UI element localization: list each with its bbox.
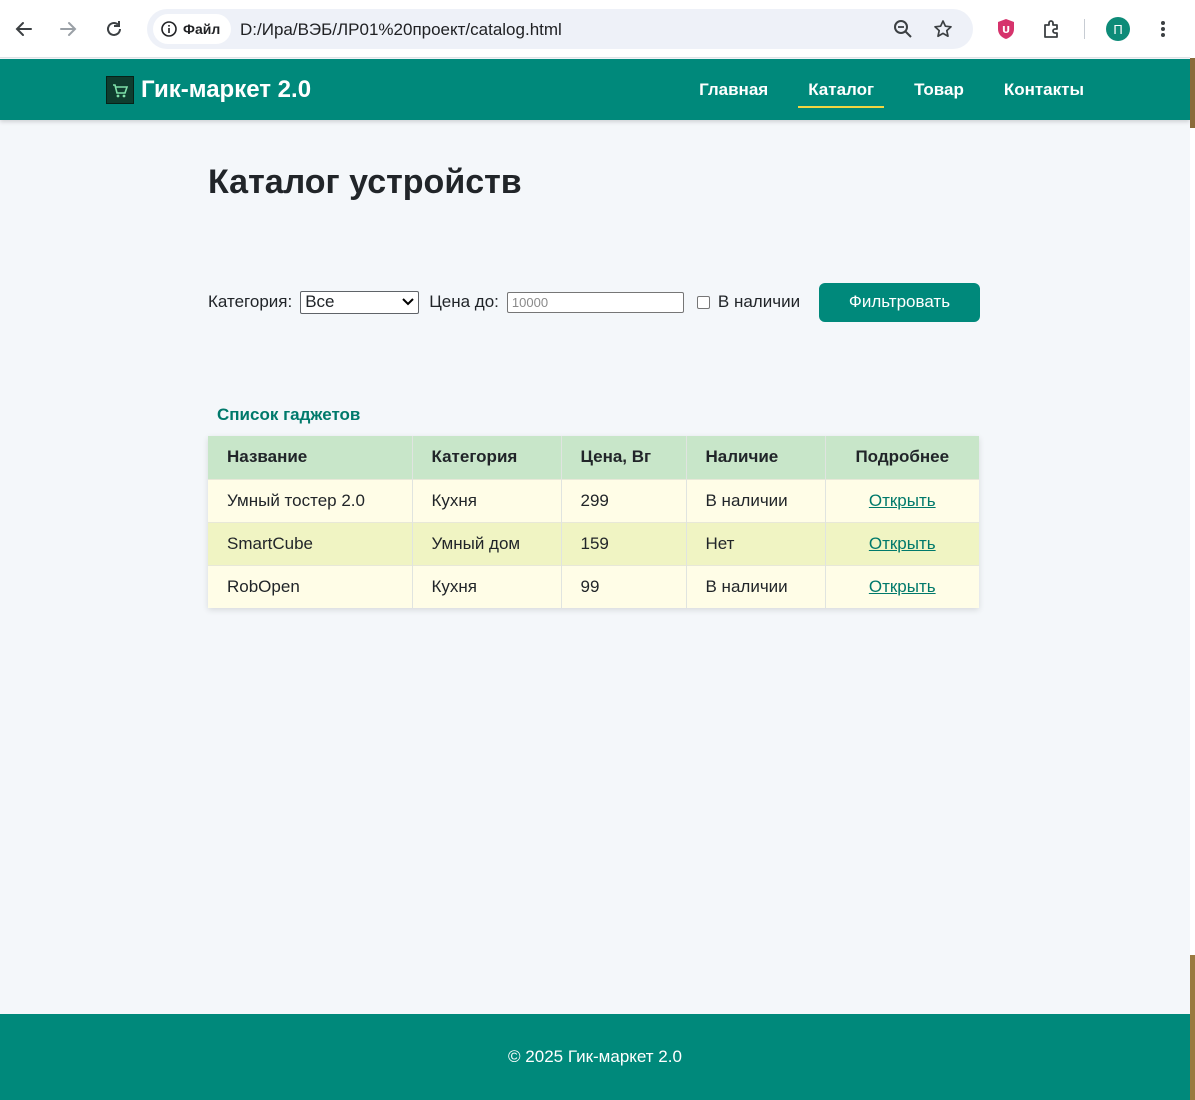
desktop-edge-wallpaper	[1190, 58, 1195, 128]
site-info-chip[interactable]: Файл	[153, 14, 232, 44]
profile-avatar[interactable]: П	[1106, 17, 1130, 41]
cell-name: Умный тостер 2.0	[208, 478, 413, 522]
cell-category: Кухня	[412, 564, 562, 608]
brand-name[interactable]: Гик-маркет 2.0	[141, 76, 311, 104]
open-link[interactable]: Открыть	[869, 491, 936, 510]
cell-details: Открыть	[825, 564, 979, 608]
nav-link-contacts[interactable]: Контакты	[994, 76, 1094, 104]
in-stock-checkbox[interactable]	[696, 295, 710, 309]
category-select[interactable]: Все	[300, 290, 420, 314]
cell-name: SmartCube	[208, 521, 413, 565]
svg-text:U: U	[1002, 25, 1010, 36]
extensions-puzzle-icon[interactable]	[1036, 13, 1068, 45]
col-header-details: Подробнее	[825, 436, 979, 479]
in-stock-label: В наличии	[717, 292, 801, 311]
category-select-value: Все	[305, 292, 335, 311]
col-header-availability: Наличие	[686, 436, 826, 479]
info-icon	[161, 21, 177, 37]
cell-availability: В наличии	[686, 564, 826, 608]
cell-name: RobOpen	[208, 564, 413, 608]
open-link[interactable]: Открыть	[869, 577, 936, 596]
page-title: Каталог устройств	[208, 163, 522, 201]
cell-availability: В наличии	[686, 478, 826, 522]
desktop-edge	[1190, 0, 1195, 1100]
cell-price: 299	[561, 478, 687, 522]
site-header: Гик-маркет 2.0 Главная Каталог Товар Кон…	[0, 59, 1190, 120]
table-row: SmartCube Умный дом 159 Нет Открыть	[208, 521, 979, 565]
price-label: Цена до:	[429, 292, 499, 311]
more-menu-icon[interactable]	[1147, 13, 1179, 45]
cell-category: Умный дом	[412, 521, 562, 565]
filter-form: Категория: Все Цена до: 10000 В наличии …	[208, 282, 980, 322]
forward-arrow-icon[interactable]	[52, 13, 84, 45]
cell-availability: Нет	[686, 521, 826, 565]
browser-toolbar: Файл D:/Ира/ВЭБ/ЛР01%20проект/catalog.ht…	[0, 0, 1190, 58]
table-row: RobOpen Кухня 99 В наличии Открыть	[208, 564, 979, 608]
back-arrow-icon[interactable]	[8, 13, 40, 45]
gadgets-table: Название Категория Цена, Вг Наличие Подр…	[208, 436, 979, 608]
col-header-price: Цена, Вг	[561, 436, 687, 479]
table-header-row: Название Категория Цена, Вг Наличие Подр…	[208, 436, 979, 479]
reload-icon[interactable]	[98, 13, 130, 45]
cell-details: Открыть	[825, 521, 979, 565]
filter-button[interactable]: Фильтровать	[819, 282, 980, 322]
site-chip-label: Файл	[183, 21, 221, 37]
nav-link-home[interactable]: Главная	[689, 76, 778, 104]
col-header-category: Категория	[412, 436, 562, 479]
nav-link-catalog[interactable]: Каталог	[798, 76, 884, 108]
main-nav: Главная Каталог Товар Контакты	[689, 59, 1094, 120]
address-bar[interactable]: Файл D:/Ира/ВЭБ/ЛР01%20проект/catalog.ht…	[147, 9, 973, 49]
bookmark-star-icon[interactable]	[932, 18, 954, 40]
ublock-shield-icon[interactable]: U	[990, 13, 1022, 45]
cart-logo-icon[interactable]	[106, 76, 134, 104]
nav-link-product[interactable]: Товар	[904, 76, 974, 104]
site-footer: © 2025 Гик-маркет 2.0	[0, 1014, 1190, 1100]
toolbar-divider	[1084, 19, 1085, 39]
url-text[interactable]: D:/Ира/ВЭБ/ЛР01%20проект/catalog.html	[240, 20, 562, 40]
chevron-down-icon	[402, 298, 414, 306]
table-row: Умный тостер 2.0 Кухня 299 В наличии Отк…	[208, 478, 979, 522]
price-max-input[interactable]: 10000	[506, 291, 684, 313]
footer-copyright: © 2025 Гик-маркет 2.0	[508, 1047, 682, 1066]
cell-category: Кухня	[412, 478, 562, 522]
zoom-icon[interactable]	[892, 18, 914, 40]
desktop-edge-wallpaper	[1190, 955, 1195, 1100]
col-header-name: Название	[208, 436, 413, 479]
category-label: Категория:	[208, 292, 293, 311]
cell-price: 99	[561, 564, 687, 608]
cell-details: Открыть	[825, 478, 979, 522]
open-link[interactable]: Открыть	[869, 534, 936, 553]
cell-price: 159	[561, 521, 687, 565]
table-caption: Список гаджетов	[217, 405, 361, 424]
